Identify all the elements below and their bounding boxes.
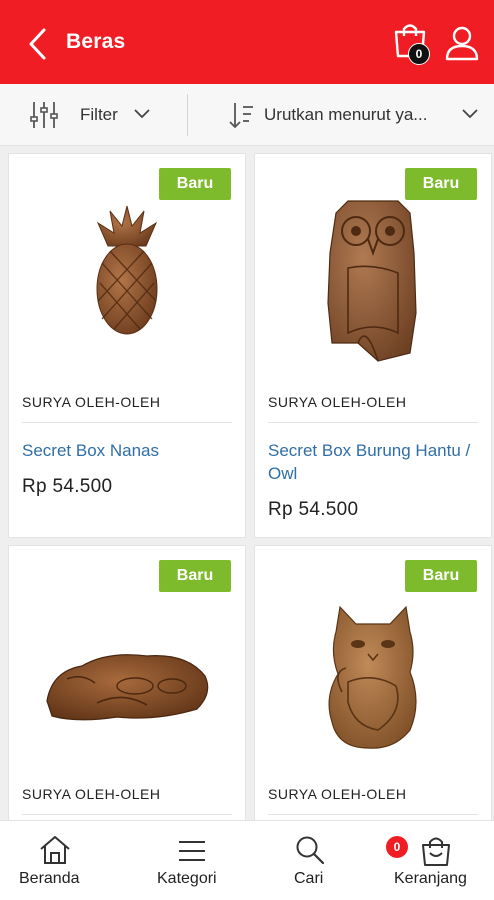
app-header: Beras 0 — [0, 0, 494, 84]
shopping-bag-icon — [422, 837, 450, 866]
filter-label: Filter — [80, 105, 118, 124]
search-icon — [296, 836, 325, 865]
product-vendor: SURYA OLEH-OLEH — [268, 394, 407, 410]
card-divider — [268, 814, 478, 815]
cat-box-image — [328, 605, 417, 749]
product-card[interactable]: Baru SURYA OLEH-OLEH — [254, 545, 492, 835]
product-vendor: SURYA OLEH-OLEH — [22, 394, 161, 410]
nav-cart[interactable]: Keranjang — [384, 821, 494, 900]
sort-label: Urutkan menurut ya... — [264, 105, 428, 124]
sliders-icon — [30, 102, 58, 128]
dolphin-box-image — [46, 654, 209, 721]
sort-button[interactable]: Urutkan menurut ya... — [188, 84, 494, 146]
nav-home-label: Beranda — [19, 870, 80, 887]
user-icon — [445, 26, 479, 61]
product-price: Rp 54.500 — [268, 499, 359, 520]
nav-search[interactable]: Cari — [276, 821, 346, 900]
page-title: Beras — [66, 30, 126, 53]
bottom-navigation: Beranda Kategori Cari Keranjang 0 — [0, 820, 494, 900]
cart-count-badge: 0 — [408, 43, 430, 65]
nav-categories-label: Kategori — [157, 870, 217, 887]
new-badge: Baru — [405, 560, 477, 592]
nav-search-label: Cari — [294, 870, 324, 887]
chevron-down-icon — [134, 109, 150, 119]
product-card[interactable]: Baru SURYA OLEH-OLEH — [8, 545, 246, 835]
filter-sort-bar: Filter Urutkan menurut ya... — [0, 84, 494, 146]
new-badge: Baru — [159, 560, 231, 592]
card-divider — [22, 814, 232, 815]
menu-icon — [179, 841, 205, 861]
product-vendor: SURYA OLEH-OLEH — [268, 786, 407, 802]
product-name[interactable]: Secret Box Burung Hantu / Owl — [268, 439, 478, 485]
owl-box-image — [327, 199, 417, 362]
filter-button[interactable]: Filter — [0, 84, 186, 146]
nav-home[interactable]: Beranda — [0, 821, 110, 900]
product-name[interactable]: Secret Box Nanas — [22, 439, 232, 462]
user-button[interactable] — [444, 24, 480, 64]
cart-count-badge: 0 — [386, 836, 408, 858]
new-badge: Baru — [405, 168, 477, 200]
nav-cart-label: Keranjang — [394, 870, 467, 887]
product-card[interactable]: Baru SURYA OLEH-OLEH Secret Box Nanas Rp… — [8, 153, 246, 538]
back-button[interactable] — [22, 24, 52, 64]
home-icon — [40, 836, 70, 864]
product-price: Rp 54.500 — [22, 476, 113, 497]
card-divider — [22, 422, 232, 423]
chevron-down-icon — [462, 109, 478, 119]
chevron-left-icon — [29, 28, 46, 60]
card-divider — [268, 422, 478, 423]
nav-categories[interactable]: Kategori — [140, 821, 244, 900]
sort-icon — [229, 103, 253, 129]
pineapple-box-image — [96, 205, 158, 335]
product-vendor: SURYA OLEH-OLEH — [22, 786, 161, 802]
product-card[interactable]: Baru SURYA OLEH-OLEH Secret Box Burung H… — [254, 153, 492, 538]
new-badge: Baru — [159, 168, 231, 200]
